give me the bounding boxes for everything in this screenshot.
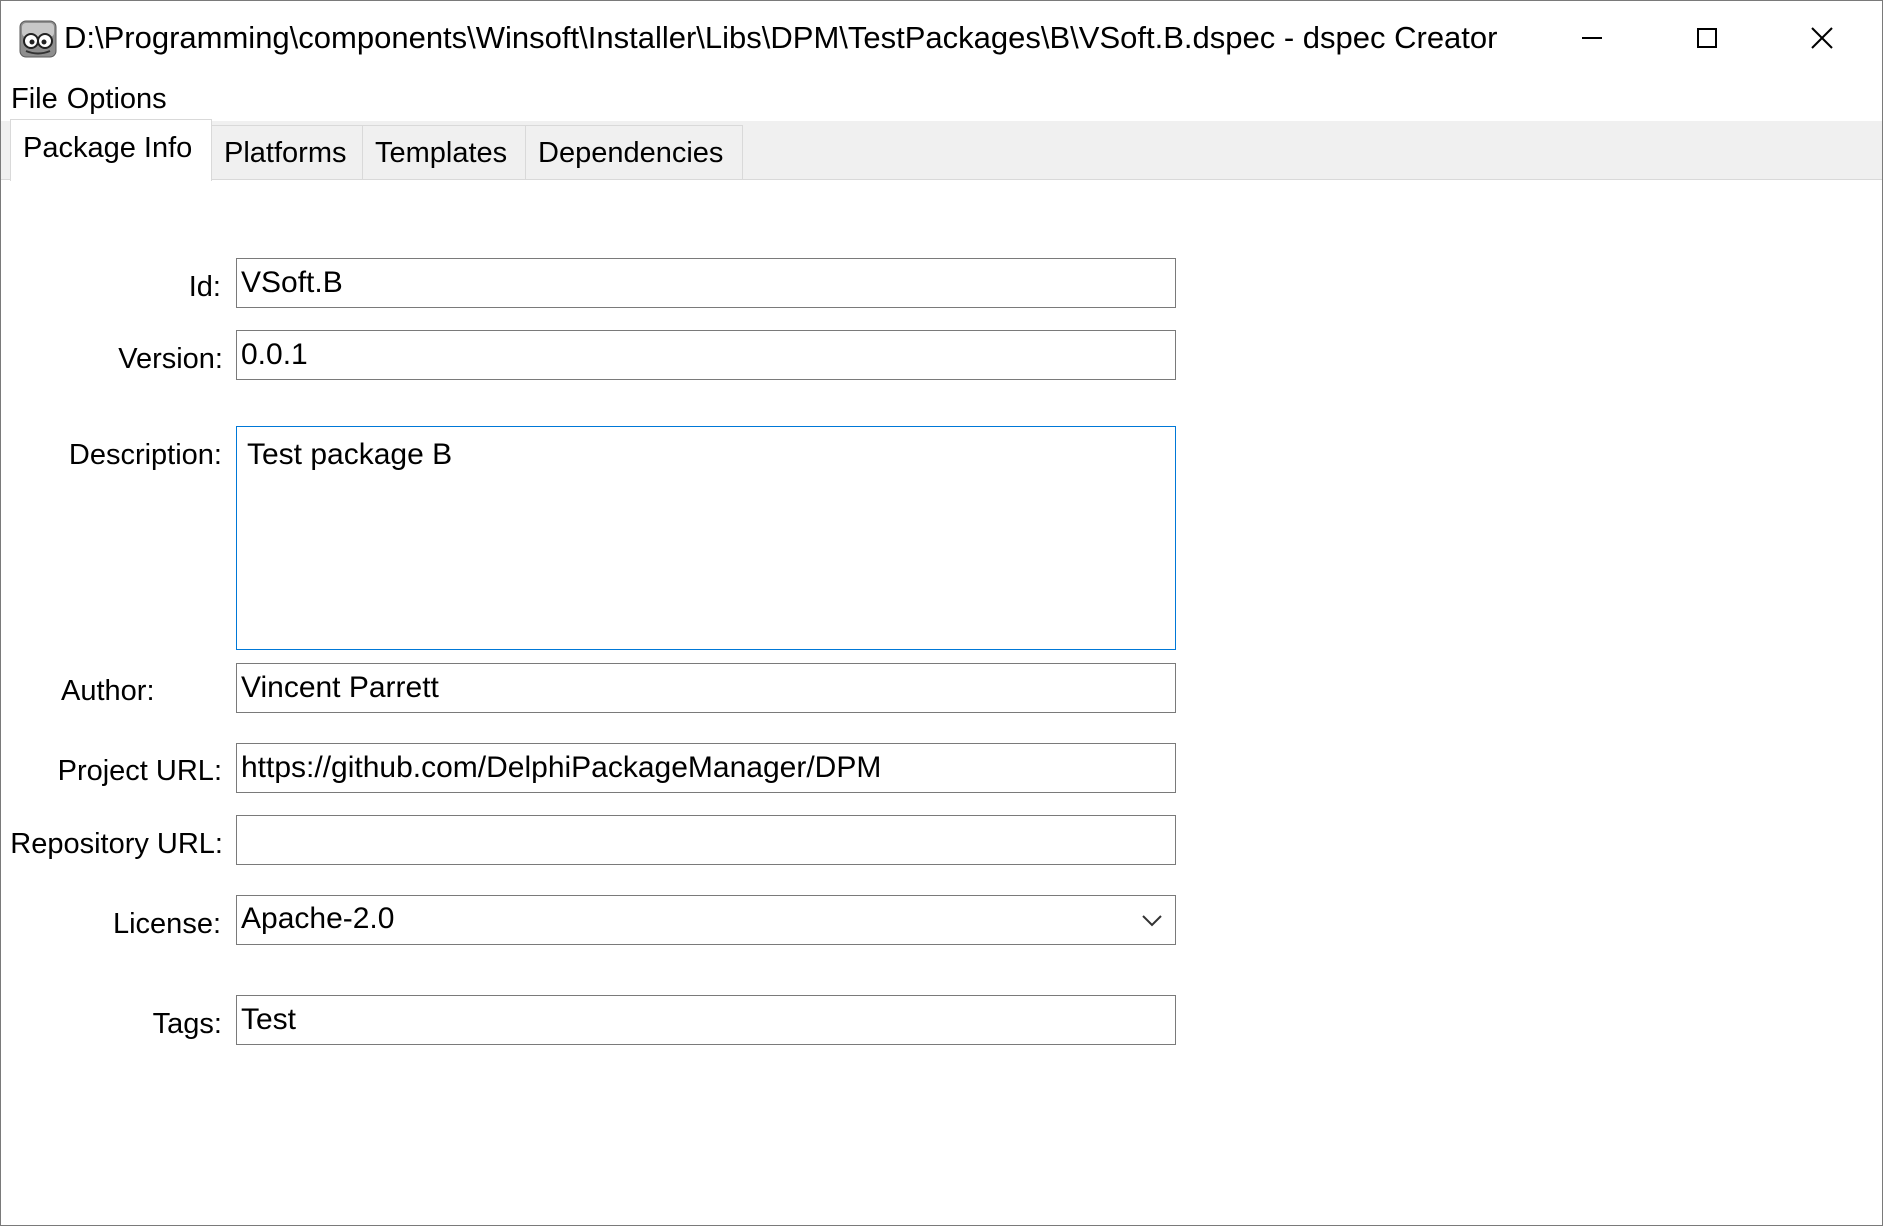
id-field[interactable] xyxy=(236,258,1176,308)
tab-templates[interactable]: Templates xyxy=(362,125,526,179)
menu-bar: File Options xyxy=(1,77,1882,121)
repository-url-field[interactable] xyxy=(236,815,1176,865)
license-label: License: xyxy=(112,908,221,940)
project-url-field[interactable] xyxy=(236,743,1176,793)
maximize-icon xyxy=(1696,28,1717,48)
version-field[interactable] xyxy=(236,330,1176,380)
tab-platforms[interactable]: Platforms xyxy=(211,125,363,179)
tab-package-info[interactable]: Package Info xyxy=(10,119,212,181)
title-bar[interactable]: D:\Programming\components\Winsoft\Instal… xyxy=(1,1,1882,77)
app-window: D:\Programming\components\Winsoft\Instal… xyxy=(0,0,1883,1226)
description-field[interactable]: Test package B xyxy=(236,426,1176,650)
close-button[interactable] xyxy=(1764,1,1879,75)
menu-file[interactable]: File xyxy=(1,79,65,119)
tags-label: Tags: xyxy=(152,1008,222,1040)
minimize-icon xyxy=(1581,37,1602,39)
maximize-button[interactable] xyxy=(1649,1,1764,75)
chevron-down-icon xyxy=(1142,915,1162,927)
tab-strip: Package Info Platforms Templates Depende… xyxy=(1,119,1882,181)
license-select[interactable]: Apache-2.0 xyxy=(236,895,1176,945)
tags-field[interactable] xyxy=(236,995,1176,1045)
description-label: Description: xyxy=(68,439,222,471)
author-field[interactable] xyxy=(236,663,1176,713)
author-label: Author: xyxy=(61,675,155,707)
license-selected-value: Apache-2.0 xyxy=(241,902,395,935)
repository-url-label: Repository URL: xyxy=(10,828,223,860)
package-info-panel: Id: Version: Description: Test package B… xyxy=(1,180,1882,1225)
tab-dependencies[interactable]: Dependencies xyxy=(525,125,743,179)
version-label: Version: xyxy=(118,343,223,375)
close-icon xyxy=(1810,27,1833,49)
window-title: D:\Programming\components\Winsoft\Instal… xyxy=(64,20,1498,55)
app-glasses-icon xyxy=(19,20,57,58)
id-label: Id: xyxy=(188,271,221,303)
minimize-button[interactable] xyxy=(1534,1,1649,75)
project-url-label: Project URL: xyxy=(57,755,222,787)
menu-options[interactable]: Options xyxy=(65,79,174,119)
